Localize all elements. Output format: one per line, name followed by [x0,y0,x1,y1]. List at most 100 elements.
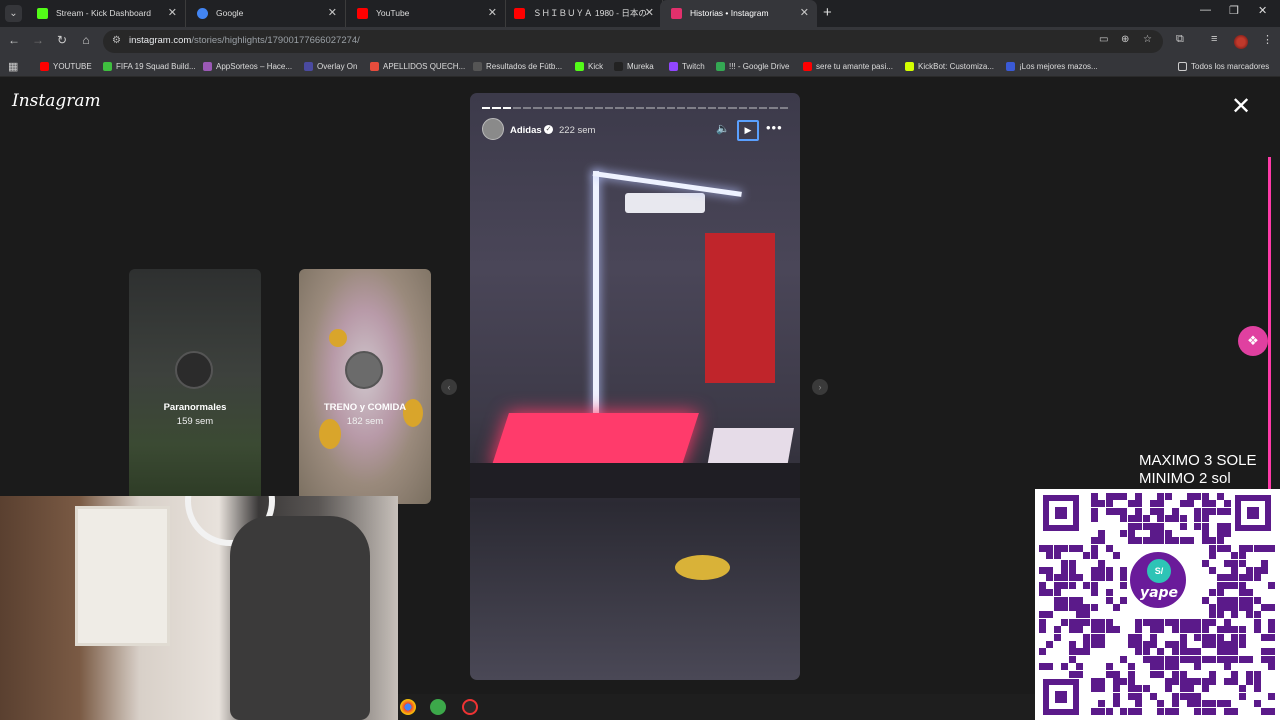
extensions-icon[interactable]: ⧉ [1176,33,1184,46]
tab-google[interactable]: Google ✕ [186,0,346,27]
tab-kick-dashboard[interactable]: Stream - Kick Dashboard ✕ [26,0,186,27]
close-story-icon[interactable]: ✕ [1231,95,1251,119]
qr-module [1120,507,1128,515]
qr-module [1224,663,1231,671]
back-icon[interactable]: ← [6,33,22,47]
close-tab-icon[interactable]: ✕ [168,0,177,27]
bookmark-item[interactable]: Resultados de Fútb... [473,56,562,77]
youtube-icon [357,8,368,19]
qr-module [1127,537,1135,545]
qr-module [1083,633,1091,641]
minimize-icon[interactable]: — [1200,4,1211,16]
all-bookmarks[interactable]: Todos los marcadores [1178,56,1269,77]
taskbar [398,694,1035,720]
bookmark-favicon-icon [803,62,812,71]
obs-task-icon[interactable] [462,699,478,715]
qr-module [1216,522,1224,530]
utorrent-task-icon[interactable] [430,699,446,715]
bookmark-item[interactable]: KickBot: Customiza... [905,56,994,77]
bookmark-item[interactable]: sere tu amante pasi... [803,56,893,77]
story-progress-segment [564,107,573,109]
qr-module [1105,707,1113,715]
highlight-card-treno-comida[interactable]: TRENO y COMIDA 182 sem [299,269,431,504]
qr-module [1127,707,1135,715]
close-tab-icon[interactable]: ✕ [645,0,654,27]
close-tab-icon[interactable]: ✕ [328,0,337,27]
zoom-icon[interactable]: ⊕ [1121,34,1129,45]
qr-module [1090,678,1098,685]
bookmark-item[interactable]: !!! - Google Drive [716,56,789,77]
close-tab-icon[interactable]: ✕ [800,0,809,27]
qr-module [1172,641,1180,648]
story-viewer[interactable]: Adidas ✓ 222 sem 🔈 ▶ ••• [470,93,800,680]
qr-module [1179,522,1187,530]
new-tab-icon[interactable]: + [823,4,832,21]
bookmark-item[interactable]: FIFA 19 Squad Build... [103,56,196,77]
tab-label: Historias • Instagram [690,8,769,18]
qr-module [1231,626,1239,634]
reload-icon[interactable]: ↻ [54,33,70,47]
bookmark-star-icon[interactable]: ☆ [1143,34,1152,45]
qr-module [1179,648,1187,656]
qr-module [1039,589,1046,597]
previous-story-icon[interactable]: ‹ [441,379,457,395]
qr-module [1209,552,1217,560]
qr-module [1209,655,1217,663]
qr-module [1083,552,1091,560]
highlight-name: Paranormales [163,402,227,413]
forward-icon[interactable]: → [30,33,46,47]
menu-kebab-icon[interactable]: ⋮ [1262,33,1273,46]
play-button-icon[interactable]: ▶ [737,120,759,141]
media-queue-icon[interactable]: ≡ [1211,33,1217,45]
chrome-task-icon[interactable] [400,699,416,715]
qr-module [1246,655,1254,663]
restore-icon[interactable]: ❐ [1229,4,1239,17]
bookmark-item[interactable]: APELLIDOS QUECH... [370,56,465,77]
highlight-avatar [345,351,383,389]
volume-icon[interactable]: 🔈 [716,122,730,135]
qr-module [1157,700,1165,708]
qr-module [1201,530,1209,537]
qr-module [1216,507,1224,515]
bookmark-item[interactable]: ¡Los mejores mazos... [1006,56,1098,77]
apps-grid-icon[interactable]: ▦ [8,60,18,73]
floating-widget-icon[interactable]: ❖ [1238,326,1268,356]
bookmark-item[interactable]: Mureka [614,56,654,77]
instagram-logo[interactable]: Instagram [12,91,101,111]
next-story-icon[interactable]: › [812,379,828,395]
google-icon [197,8,208,19]
qr-module [1238,544,1246,552]
bookmark-item[interactable]: Overlay On [304,56,357,77]
qr-module [1209,678,1217,685]
close-window-icon[interactable]: ✕ [1258,4,1267,17]
qr-module [1194,515,1202,523]
home-icon[interactable]: ⌂ [78,33,94,47]
qr-module [1179,537,1187,545]
tab-search-icon[interactable]: ⌄ [5,5,22,22]
story-progress-segment [656,107,665,109]
bookmarks-bar: ▦ YOUTUBE FIFA 19 Squad Build... AppSorteo… [0,56,1280,77]
more-options-icon[interactable]: ••• [766,120,783,135]
story-username[interactable]: Adidas [510,125,542,136]
qr-module [1076,670,1083,678]
highlight-card-paranormales[interactable]: Paranormales 159 sem [129,269,261,504]
story-user-avatar[interactable] [482,118,504,140]
qr-module [1216,633,1224,641]
qr-module [1201,626,1209,634]
bookmark-item[interactable]: Twitch [669,56,705,77]
tab-shibuya[interactable]: ＳＨＩＢＵＹＡ 1980 - 日本の ✕ [503,0,663,27]
bookmark-item[interactable]: YOUTUBE [40,56,92,77]
address-bar[interactable]: ⚙ instagram.com/stories/highlights/17900… [103,30,1163,53]
qr-module [1068,596,1076,604]
bookmark-item[interactable]: AppSorteos – Hace... [203,56,292,77]
qr-module [1090,589,1098,597]
profile-avatar[interactable] [1234,35,1248,49]
tab-youtube[interactable]: YouTube ✕ [346,0,506,27]
tab-instagram-stories[interactable]: Historias • Instagram ✕ [660,0,817,27]
site-settings-icon[interactable]: ⚙ [112,35,121,46]
close-tab-icon[interactable]: ✕ [488,0,497,27]
qr-module [1127,515,1135,523]
bookmark-item[interactable]: Kick [575,56,603,77]
cast-icon[interactable]: ▭ [1099,34,1108,45]
qr-module [1172,507,1180,515]
